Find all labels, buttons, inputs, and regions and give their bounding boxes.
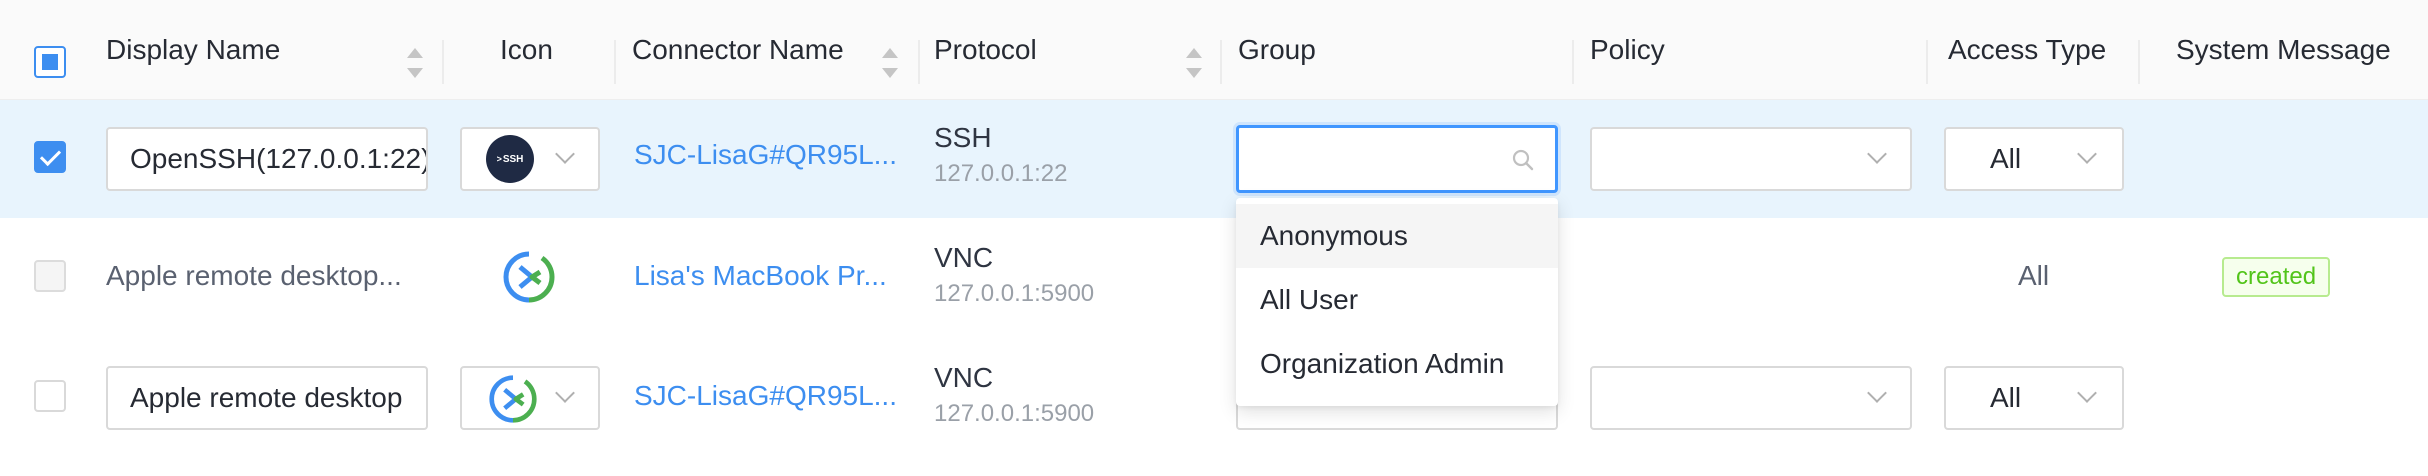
protocol-label: VNC: [934, 362, 994, 393]
access-type-select[interactable]: All: [1944, 127, 2124, 191]
group-search-input[interactable]: [1236, 125, 1558, 193]
column-header-connector-name[interactable]: Connector Name: [632, 0, 844, 100]
chevron-down-icon: [555, 383, 575, 403]
connector-link[interactable]: Lisa's MacBook Pr...: [634, 260, 902, 292]
ssh-icon: > SSH: [486, 135, 534, 183]
row-checkbox[interactable]: [34, 260, 66, 292]
protocol-label: SSH: [934, 122, 992, 153]
column-header-display-name[interactable]: Display Name: [106, 0, 280, 100]
column-divider: [1926, 40, 1928, 84]
table-row: Apple remote desktop... Lisa's MacBook P…: [0, 218, 2428, 338]
select-all-checkbox[interactable]: [34, 46, 66, 78]
chevron-down-icon: [1867, 144, 1887, 164]
display-name-input[interactable]: OpenSSH(127.0.0.1:22): [106, 127, 428, 191]
chevron-down-icon: [2077, 144, 2097, 164]
address-label: 127.0.0.1:5900: [934, 280, 1095, 307]
chevron-down-icon: [555, 144, 575, 164]
address-label: 127.0.0.1:5900: [934, 400, 1095, 427]
policy-select[interactable]: [1590, 366, 1912, 430]
column-divider: [614, 40, 616, 84]
column-divider: [442, 40, 444, 84]
column-divider: [1220, 40, 1222, 84]
access-type-value: All: [1990, 382, 2022, 413]
policy-select[interactable]: [1590, 127, 1912, 191]
sort-protocol-icon[interactable]: [1186, 48, 1202, 78]
ssh-icon-label: SSH: [502, 153, 524, 165]
sort-connector-name-icon[interactable]: [882, 48, 898, 78]
table-row: OpenSSH(127.0.0.1:22) > SSH SJC-LisaG#QR9…: [0, 100, 2428, 218]
row-checkbox[interactable]: [34, 380, 66, 412]
access-type-value: All: [1990, 143, 2022, 174]
icon-select[interactable]: [460, 366, 600, 430]
display-name-input[interactable]: Apple remote desktop: [106, 366, 428, 430]
connector-link[interactable]: SJC-LisaG#QR95L...: [634, 139, 902, 171]
row-checkbox[interactable]: [34, 141, 66, 173]
column-header-group: Group: [1238, 34, 1316, 65]
group-dropdown-menu: Anonymous All User Organization Admin: [1236, 198, 1558, 406]
column-header-policy: Policy: [1590, 34, 1665, 65]
access-type-label: All: [2018, 260, 2050, 291]
column-header-system-message: System Message: [2176, 34, 2391, 65]
column-divider: [2138, 40, 2140, 84]
search-icon: [1512, 149, 1534, 171]
table-header: Display Name Icon Connector Name Protoco…: [0, 0, 2428, 100]
column-header-icon: Icon: [500, 34, 553, 65]
column-header-protocol[interactable]: Protocol: [934, 0, 1037, 100]
display-name-label: Apple remote desktop...: [106, 260, 402, 291]
connector-link[interactable]: SJC-LisaG#QR95L...: [634, 380, 902, 412]
dropdown-option-anonymous[interactable]: Anonymous: [1236, 204, 1558, 268]
icon-select[interactable]: > SSH: [460, 127, 600, 191]
dropdown-option-organization-admin[interactable]: Organization Admin: [1236, 332, 1558, 396]
dropdown-option-all-user[interactable]: All User: [1236, 268, 1558, 332]
status-badge: created: [2222, 257, 2331, 297]
display-name-value: Apple remote desktop: [130, 382, 403, 413]
sort-display-name-icon[interactable]: [407, 48, 423, 78]
remote-desktop-icon: [503, 251, 555, 303]
display-name-value: OpenSSH(127.0.0.1:22): [130, 143, 428, 174]
protocol-label: VNC: [934, 242, 994, 273]
address-label: 127.0.0.1:22: [934, 160, 1068, 187]
column-header-access-type: Access Type: [1948, 34, 2107, 65]
column-divider: [1572, 40, 1574, 84]
chevron-down-icon: [2077, 383, 2097, 403]
chevron-down-icon: [1867, 383, 1887, 403]
column-divider: [918, 40, 920, 84]
access-type-select[interactable]: All: [1944, 366, 2124, 430]
table-row: Apple remote desktop SJC-LisaG#QR95L... …: [0, 338, 2428, 458]
remote-desktop-icon: [489, 375, 537, 423]
